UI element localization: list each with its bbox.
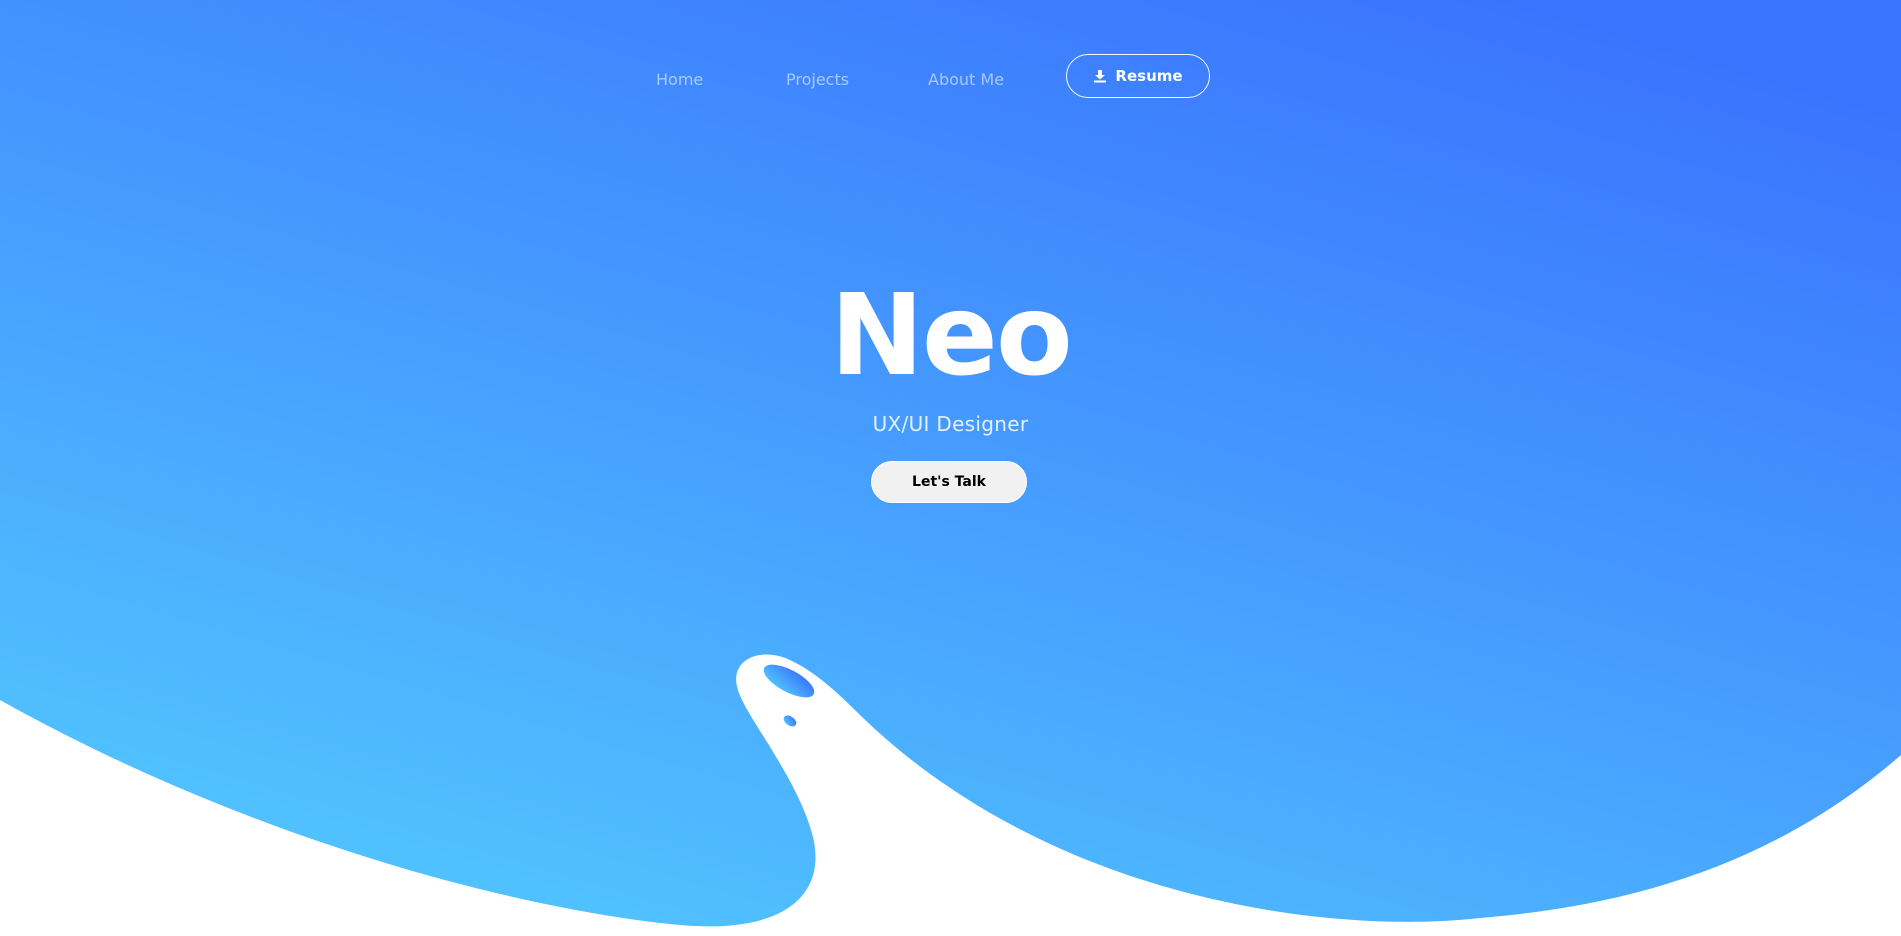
- nav-link-about-me[interactable]: About Me: [928, 70, 1004, 89]
- download-icon: [1093, 69, 1107, 83]
- top-navigation: Home Projects About Me Resume: [0, 0, 1901, 160]
- hero-section: Home Projects About Me Resume Neo UX/UI …: [0, 0, 1901, 936]
- hero-title: Neo: [830, 271, 1073, 401]
- nav-link-home[interactable]: Home: [656, 70, 703, 89]
- resume-label: Resume: [1115, 67, 1183, 85]
- nav-link-projects[interactable]: Projects: [786, 70, 849, 89]
- lets-talk-button[interactable]: Let's Talk: [871, 461, 1027, 503]
- resume-button[interactable]: Resume: [1066, 54, 1210, 98]
- hero-subtitle: UX/UI Designer: [872, 412, 1029, 436]
